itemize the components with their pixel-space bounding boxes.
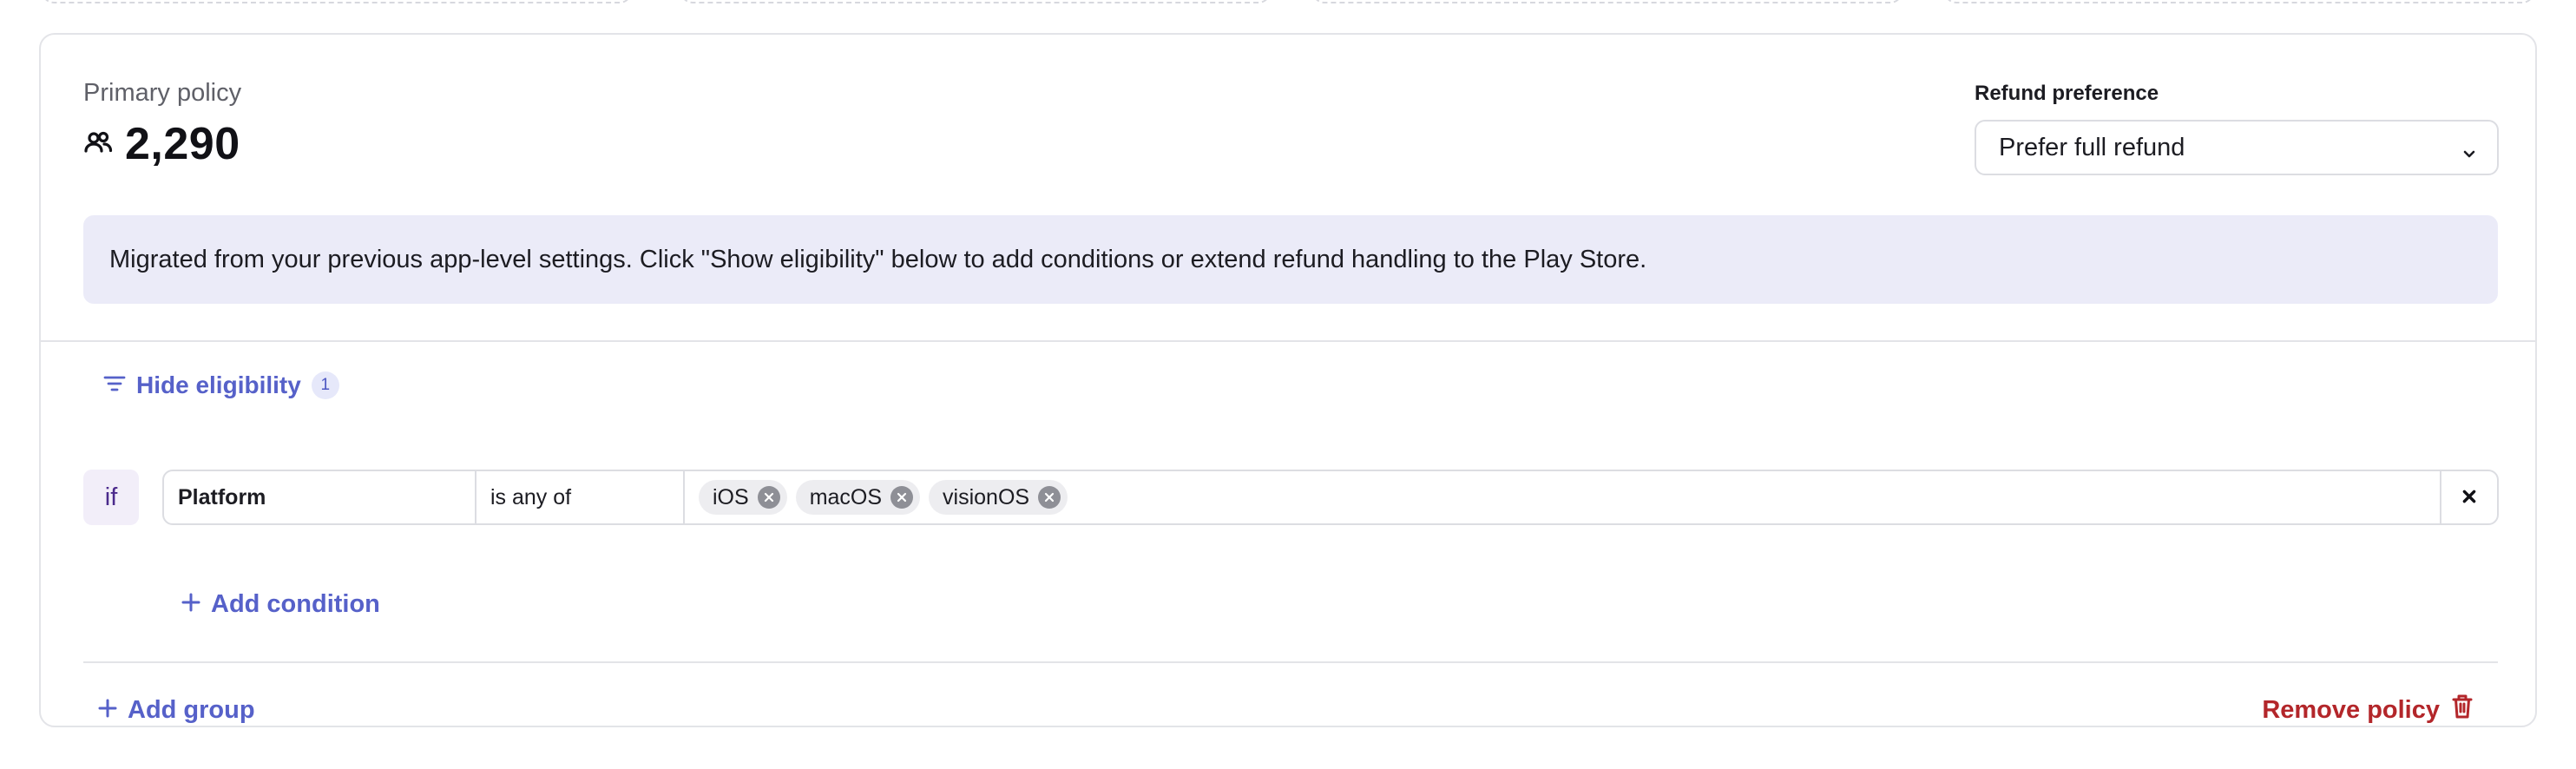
add-condition-button[interactable]: Add condition xyxy=(181,590,380,619)
value-chip: iOS xyxy=(699,480,787,515)
refund-preference-value: Prefer full refund xyxy=(1999,133,2185,161)
value-chip-label: iOS xyxy=(713,484,749,509)
remove-policy-label: Remove policy xyxy=(2262,695,2440,724)
add-group-button[interactable]: Add group xyxy=(98,696,255,725)
value-chip: macOS xyxy=(795,480,921,515)
condition-values-input[interactable]: iOS macOS visionOS xyxy=(685,471,2441,523)
policy-title: Primary policy xyxy=(83,79,242,107)
divider xyxy=(41,340,2535,342)
filter-icon xyxy=(103,371,126,399)
users-icon xyxy=(83,129,113,160)
policy-card: Primary policy 2,290 Refund preference P… xyxy=(39,33,2537,727)
value-chip-label: macOS xyxy=(809,484,883,509)
close-icon xyxy=(2461,485,2477,510)
add-group-label: Add group xyxy=(128,696,255,724)
refund-preference-label: Refund preference xyxy=(1975,82,2159,105)
customer-count-value: 2,290 xyxy=(125,119,240,169)
hide-eligibility-button[interactable]: Hide eligibility 1 xyxy=(103,371,339,399)
chevron-down-icon xyxy=(2461,141,2478,158)
condition-row: Platform is any of iOS macOS visionOS xyxy=(162,470,2499,525)
condition-count-badge: 1 xyxy=(311,371,339,399)
delete-condition-button[interactable] xyxy=(2441,471,2497,523)
if-label: if xyxy=(83,470,139,525)
condition-field-select[interactable]: Platform xyxy=(164,471,476,523)
migration-notice: Migrated from your previous app-level se… xyxy=(83,215,2498,304)
placeholder-card xyxy=(42,0,632,3)
condition-operator-select[interactable]: is any of xyxy=(476,471,685,523)
migration-notice-text: Migrated from your previous app-level se… xyxy=(109,245,1647,273)
placeholder-card xyxy=(680,0,1271,3)
divider xyxy=(83,661,2498,663)
remove-chip-icon[interactable] xyxy=(757,486,780,509)
customer-count: 2,290 xyxy=(83,118,240,170)
remove-chip-icon[interactable] xyxy=(1038,486,1061,509)
placeholder-card xyxy=(1944,0,2534,3)
placeholder-card xyxy=(1312,0,1902,3)
plus-icon xyxy=(181,590,200,619)
value-chip-label: visionOS xyxy=(943,484,1030,509)
add-condition-label: Add condition xyxy=(211,590,380,618)
value-chip: visionOS xyxy=(929,480,1068,515)
hide-eligibility-label: Hide eligibility xyxy=(136,371,301,398)
remove-policy-button[interactable]: Remove policy xyxy=(2262,694,2473,726)
remove-chip-icon[interactable] xyxy=(890,486,914,509)
refund-preference-select[interactable]: Prefer full refund xyxy=(1975,120,2499,175)
plus-icon xyxy=(98,696,117,725)
trash-icon xyxy=(2452,694,2473,726)
